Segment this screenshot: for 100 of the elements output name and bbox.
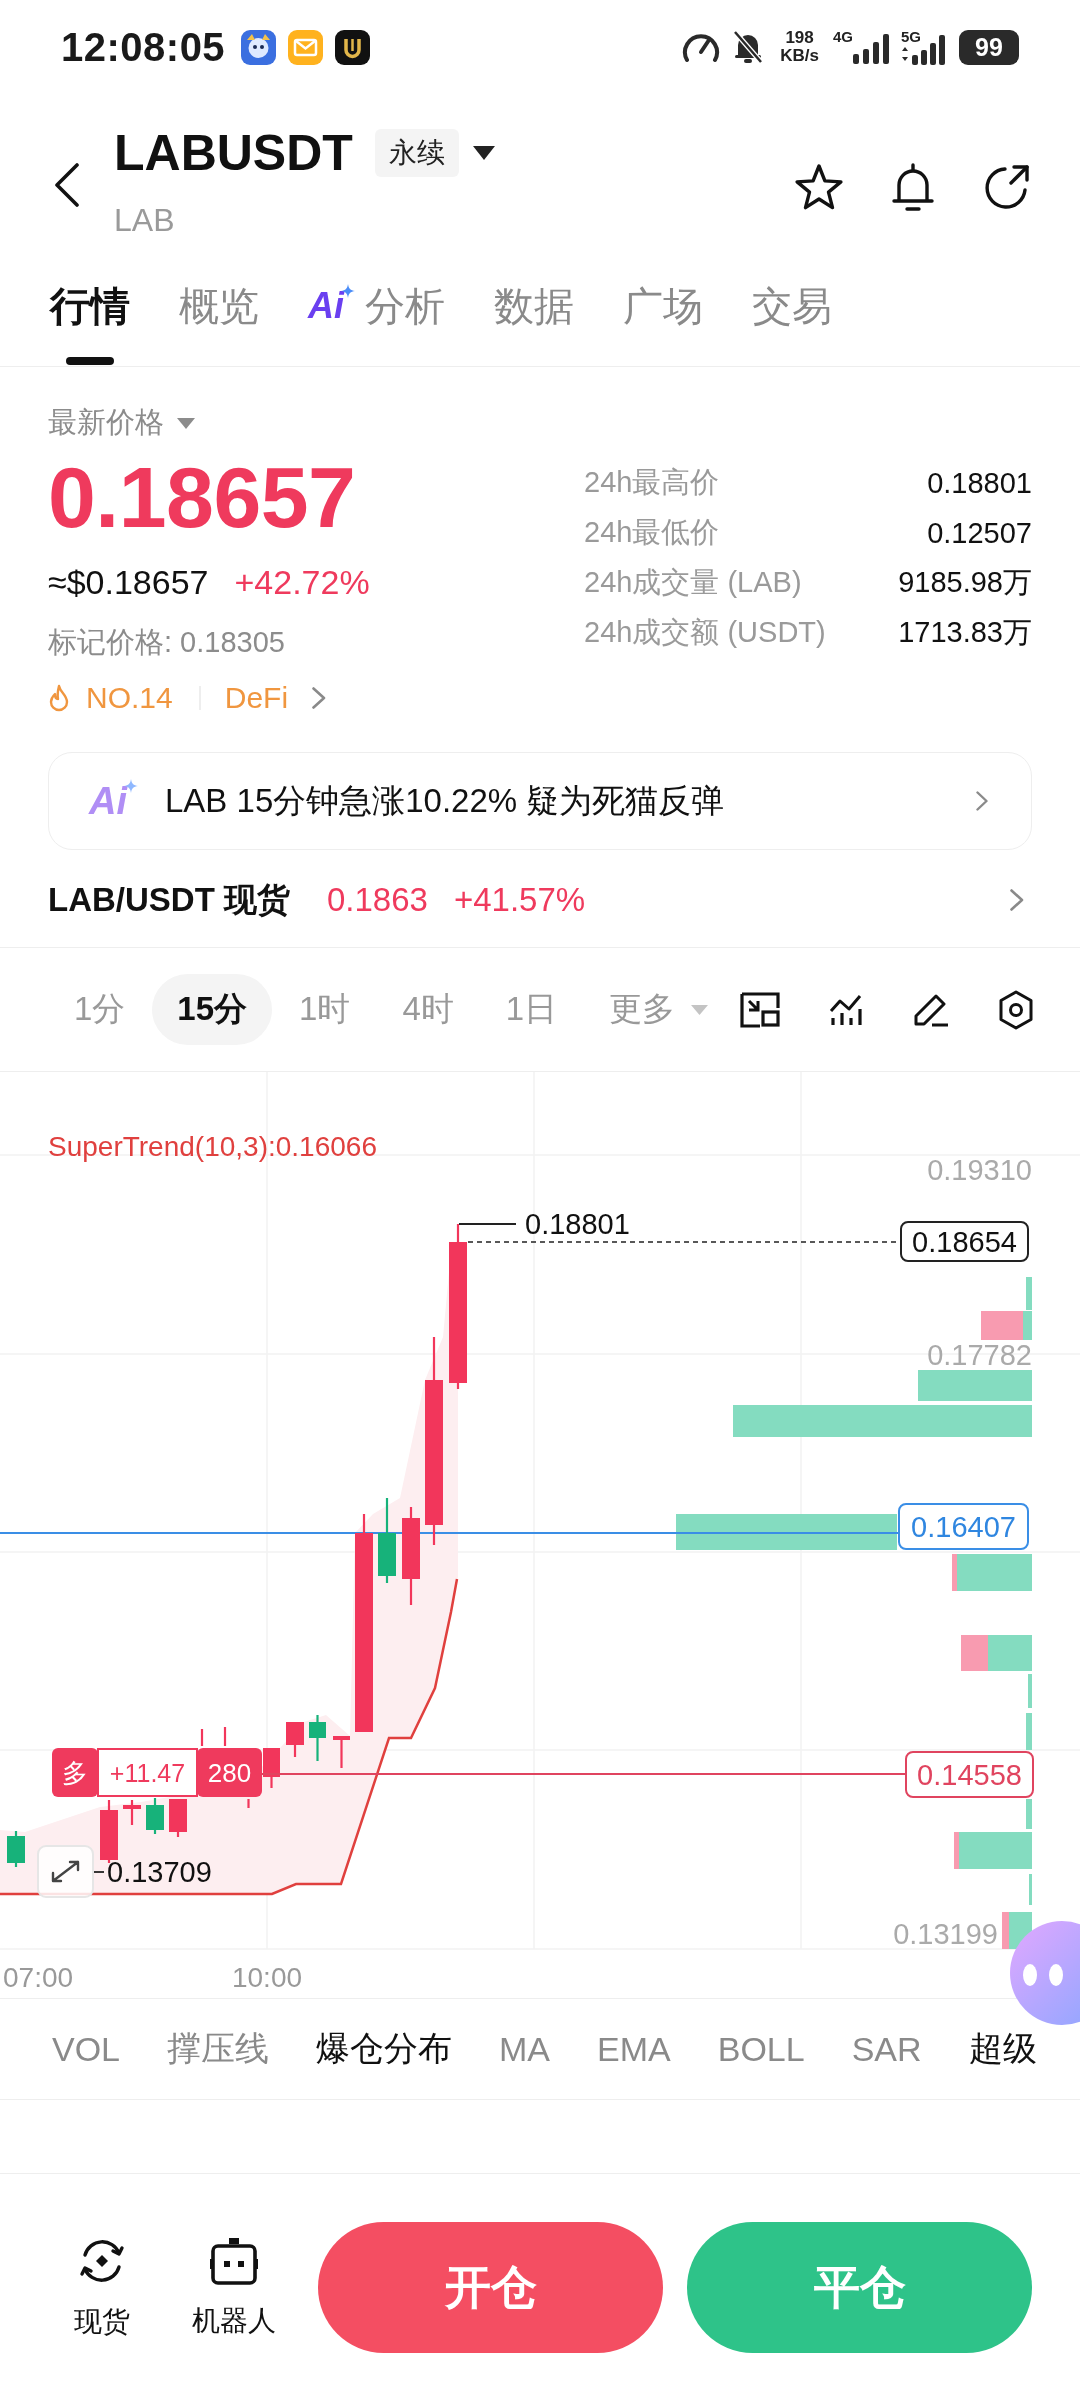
network-type: 5G xyxy=(901,29,921,44)
status-time: 12:08:05 xyxy=(61,24,226,70)
indicator-tab[interactable]: VOL xyxy=(52,2029,121,2069)
position-pnl[interactable]: +11.47 xyxy=(97,1748,198,1797)
tab[interactable]: 交易 xyxy=(752,250,832,366)
tab[interactable]: 行情 xyxy=(50,250,130,366)
stat-label: 24h最低价 xyxy=(584,515,720,550)
usd-price: ≈$0.18657 xyxy=(48,562,209,602)
timeframe-tab[interactable]: 15分 xyxy=(152,974,273,1045)
mark-price: 标记价格: 0.18305 xyxy=(48,625,286,660)
rank-label: NO.14 xyxy=(86,681,173,715)
chart-line-icon xyxy=(828,992,864,1027)
ai-logo-text: Ai xyxy=(308,284,344,328)
stat-label: 24h最高价 xyxy=(584,465,720,500)
open-position-button[interactable]: 开仓 xyxy=(318,2222,663,2353)
tab[interactable]: 概览 xyxy=(179,250,259,366)
timeframe-tab[interactable]: 更多 xyxy=(584,974,709,1045)
battery-level: 99 xyxy=(959,29,1019,65)
liquidation-bar xyxy=(1029,1874,1032,1905)
indicator-button[interactable] xyxy=(828,992,864,1027)
candle xyxy=(247,1799,250,1808)
indicator-tab[interactable]: MA xyxy=(499,2029,551,2069)
candle xyxy=(123,1800,141,1825)
app-icon xyxy=(335,29,371,65)
candle xyxy=(286,1722,304,1757)
window-button[interactable] xyxy=(740,991,780,1028)
nav-item[interactable]: 机器人 xyxy=(192,2236,276,2339)
indicator-tab[interactable]: 超级 xyxy=(968,2026,1037,2072)
stat-value: 0.18801 xyxy=(927,466,1032,500)
leader-line xyxy=(93,1871,105,1873)
position-size-tag[interactable]: 280 xyxy=(197,1748,262,1797)
tab[interactable]: 数据 xyxy=(494,250,574,366)
candle xyxy=(146,1798,164,1834)
stat-label: 24h成交量 (LAB) xyxy=(584,565,802,600)
contract-type-badge[interactable]: 永续 xyxy=(374,128,459,177)
alert-button[interactable] xyxy=(891,162,935,214)
spot-pair[interactable]: LAB/USDT 现货 xyxy=(48,877,290,923)
close-position-button[interactable]: 平仓 xyxy=(687,2222,1032,2353)
cursor-price-tag[interactable]: 0.16407 xyxy=(898,1503,1029,1550)
indicator-tab[interactable]: SAR xyxy=(851,2029,922,2069)
signal-icon xyxy=(853,34,891,64)
candle xyxy=(309,1715,326,1761)
axis-label: 07:00 xyxy=(3,1961,74,1993)
axis-label: 10:00 xyxy=(231,1961,303,1993)
liquidation-bar xyxy=(1026,1799,1032,1829)
nav-item[interactable]: 现货 xyxy=(62,2235,142,2340)
liquidation-bar xyxy=(961,1635,1032,1671)
tab[interactable]: 广场 xyxy=(623,250,703,366)
timeframe-tab[interactable]: 4时 xyxy=(377,974,479,1045)
candle xyxy=(333,1736,350,1768)
bell-off-icon xyxy=(732,29,765,65)
timeframe-tab[interactable]: 1分 xyxy=(49,974,151,1045)
indicator-tab[interactable]: 爆仓分布 xyxy=(316,2026,453,2072)
symbol-title: LABUSDT xyxy=(114,124,353,181)
mail-app-icon xyxy=(288,29,324,65)
settings-icon xyxy=(998,989,1034,1030)
candlestick-chart[interactable]: SuperTrend(10,3):0.16066 0.19310 0.17782 0.13199 0.18801 0.18654 0.16407 多 +11.47 280 0.14558 0.13709 07:00 10:00 xyxy=(0,1072,1080,1998)
back-button[interactable] xyxy=(54,163,80,207)
indicator-tab[interactable]: BOLL xyxy=(717,2029,805,2069)
chevron-right-icon xyxy=(312,687,327,709)
timeframe-tab[interactable]: 1时 xyxy=(274,974,376,1045)
axis-label: 0.19310 xyxy=(927,1154,1032,1186)
candle xyxy=(223,1727,227,1746)
candle xyxy=(263,1748,280,1788)
expand-icon[interactable] xyxy=(37,1845,94,1898)
indicator-tab[interactable]: EMA xyxy=(597,2029,671,2069)
window-arrow-icon xyxy=(740,991,780,1028)
caret-icon[interactable] xyxy=(472,145,495,160)
bell-icon xyxy=(891,162,935,214)
spot-change: +41.57% xyxy=(453,881,586,919)
indicator-tab[interactable]: 撑压线 xyxy=(167,2026,270,2072)
axis-label: 0.17782 xyxy=(927,1339,1032,1371)
price-type-label[interactable]: 最新价格 xyxy=(48,403,164,443)
back-icon xyxy=(54,163,80,207)
stat-value: 9185.98万 xyxy=(898,565,1032,600)
price-change: +42.72% xyxy=(234,562,370,602)
liquidation-bar xyxy=(1028,1674,1032,1708)
axis-label: 0.13199 xyxy=(893,1918,998,1950)
leader-line xyxy=(458,1223,517,1225)
timeframe-tab[interactable]: 1日 xyxy=(480,974,583,1045)
last-price-tag: 0.18654 xyxy=(900,1221,1029,1262)
candle xyxy=(169,1799,187,1837)
position-side-tag[interactable]: 多 xyxy=(52,1748,98,1797)
chevron-right-icon xyxy=(976,791,988,811)
stat-value: 1713.83万 xyxy=(898,615,1032,650)
chevron-right-icon[interactable] xyxy=(1010,889,1024,911)
tab[interactable]: Ai 分析 xyxy=(308,250,445,366)
stat-value: 0.12507 xyxy=(927,516,1032,550)
caret-icon xyxy=(691,1004,709,1015)
ai-insight-card[interactable]: Ai LAB 15分钟急涨10.22% 疑为死猫反弹 xyxy=(48,752,1032,850)
candle xyxy=(7,1831,25,1867)
high-price-label: 0.18801 xyxy=(525,1208,630,1240)
stat-label: 24h成交额 (USDT) xyxy=(584,615,826,650)
app-icon xyxy=(241,29,277,65)
liquidation-bar xyxy=(1026,1713,1032,1750)
network-speed: 198 KB/s xyxy=(780,29,819,65)
sector-link[interactable]: DeFi xyxy=(224,681,327,715)
settings-button[interactable] xyxy=(998,989,1034,1030)
low-price-label: 0.13709 xyxy=(107,1856,212,1888)
ai-logo-text: Ai xyxy=(89,779,127,823)
